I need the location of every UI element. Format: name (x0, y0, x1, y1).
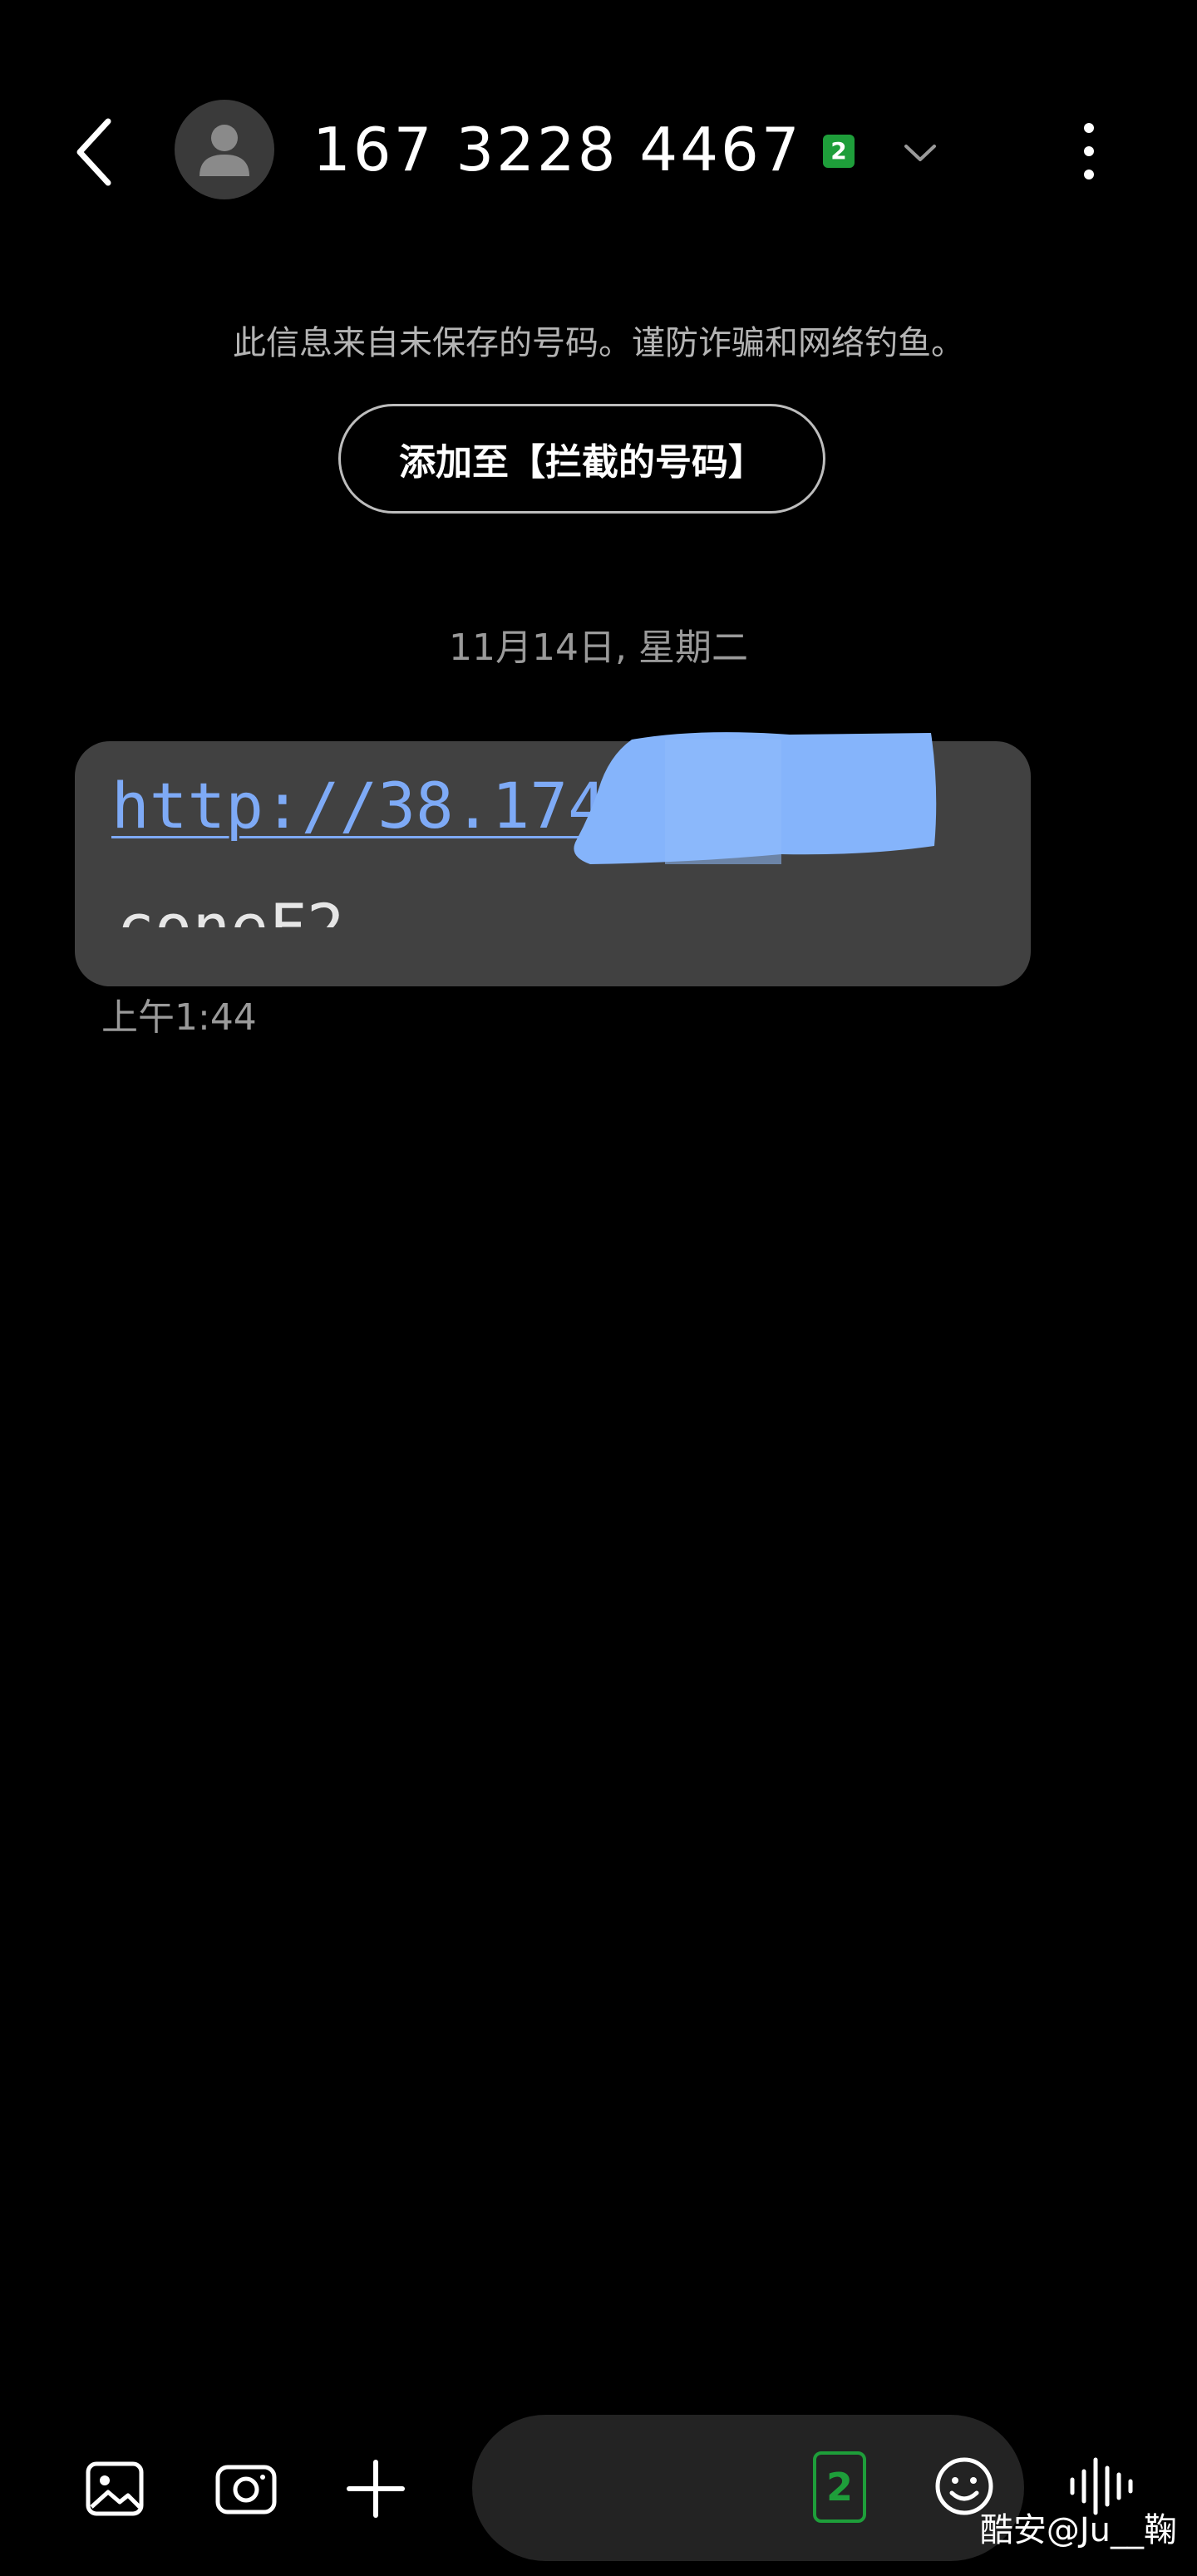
conversation-header: 167 3228 4467 2 (0, 83, 1197, 216)
add-to-blocked-button[interactable]: 添加至【拦截的号码】 (338, 404, 825, 514)
date-divider: 11月14日, 星期二 (449, 627, 748, 669)
camera-icon (215, 2465, 277, 2515)
chevron-down-icon (904, 145, 936, 161)
sim-switch-button[interactable]: 2 (813, 2451, 866, 2523)
gallery-icon (86, 2461, 144, 2516)
add-attachment-button[interactable] (342, 2456, 409, 2522)
message-text-line: coneF2 (116, 890, 345, 927)
message-timestamp: 上午1:44 (101, 996, 257, 1039)
sim-badge: 2 (823, 135, 855, 168)
contact-number[interactable]: 167 3228 4467 (313, 115, 802, 184)
gallery-button[interactable] (81, 2456, 148, 2522)
contact-avatar[interactable] (175, 100, 274, 199)
more-options-button[interactable] (1072, 118, 1106, 184)
contact-dropdown-button[interactable] (899, 133, 941, 175)
redaction-mark (574, 732, 937, 864)
messages-screen: 167 3228 4467 2 此信息来自未保存的号码。谨防诈骗和网络钓鱼。 添… (0, 0, 1197, 2576)
watermark: 酷安@Ju__鞠 (979, 2511, 1177, 2549)
more-vertical-icon (1084, 123, 1094, 179)
plus-icon (347, 2460, 405, 2518)
camera-button[interactable] (213, 2456, 279, 2522)
message-link[interactable]: http://38.174 (111, 768, 606, 844)
back-button[interactable] (66, 115, 125, 189)
unsaved-number-warning: 此信息来自未保存的号码。谨防诈骗和网络钓鱼。 (233, 324, 964, 362)
contact-avatar-icon (200, 125, 249, 176)
back-arrow-icon (76, 118, 111, 186)
